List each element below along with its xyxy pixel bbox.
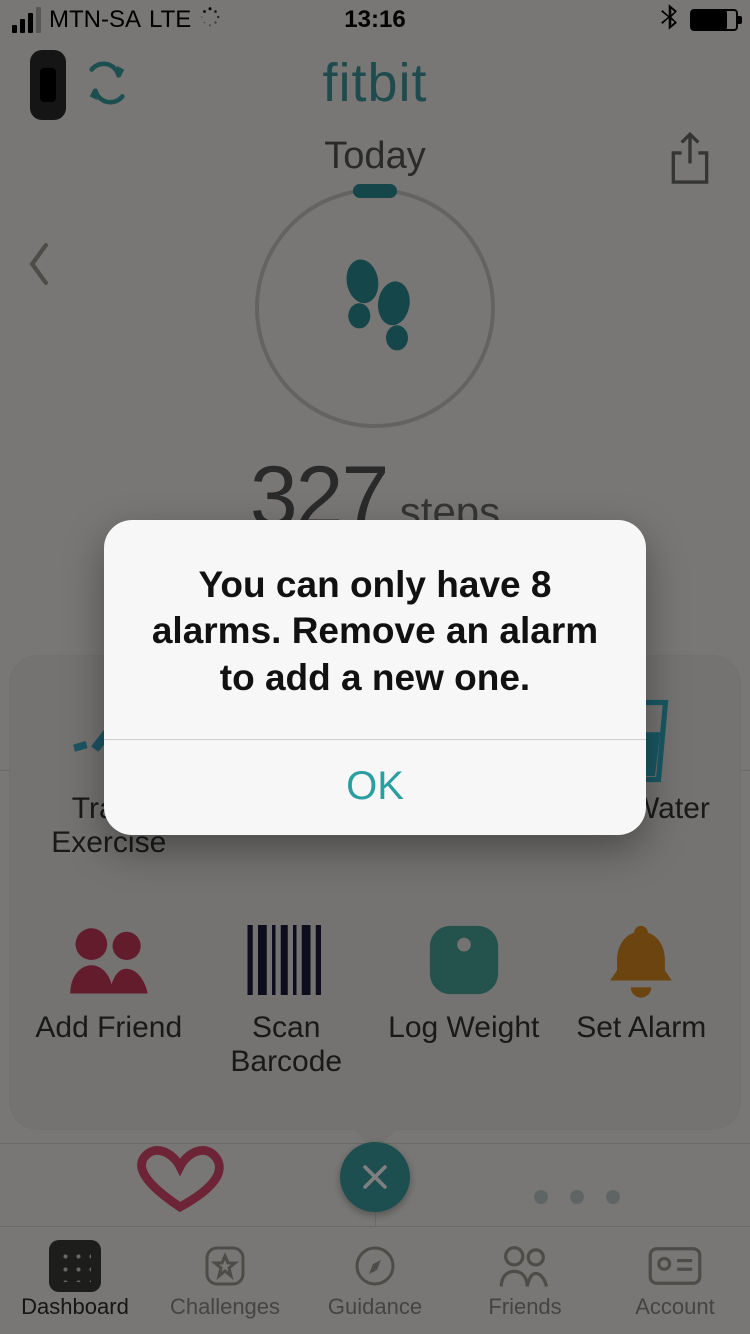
alert-dialog: You can only have 8 alarms. Remove an al… <box>104 520 646 835</box>
alert-ok-button[interactable]: OK <box>104 740 646 835</box>
alert-message: You can only have 8 alarms. Remove an al… <box>104 520 646 739</box>
